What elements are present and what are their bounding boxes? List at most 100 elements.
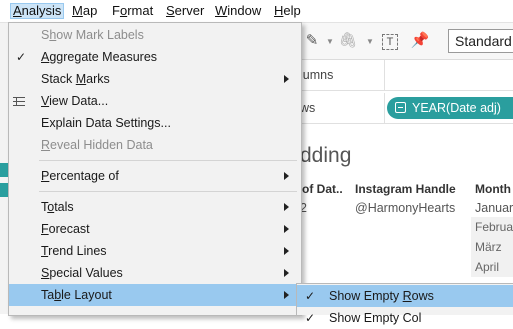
menu-format[interactable]: Format [109, 3, 156, 19]
checkmark-icon: ✓ [305, 289, 316, 303]
label-part: ggregate Measures [49, 50, 158, 64]
cell-month: Januar [475, 201, 513, 215]
menu-item-label: Show Mark Labels [41, 24, 144, 46]
submenu-arrow-icon [284, 225, 289, 233]
menu-bar: Analysis Map Format Server Window Help [0, 0, 513, 23]
checkmark-icon: ✓ [16, 50, 27, 64]
chevron-down-icon[interactable]: ▼ [326, 37, 334, 46]
pane-tab[interactable] [0, 183, 8, 197]
menu-server-mnemonic: S [166, 3, 175, 18]
label-part: rend Lines [48, 244, 107, 258]
highlight-pen-icon[interactable]: ✎ [302, 31, 322, 51]
column-header-month[interactable]: Month [475, 182, 511, 196]
menu-item-trend-lines[interactable]: Trend Lines [9, 240, 301, 262]
menu-map[interactable]: Map [69, 3, 100, 19]
menu-item-label: Show Empty Col [329, 311, 422, 325]
menu-item-table-layout[interactable]: Table Layout [9, 284, 301, 306]
menu-item-aggregate-measures[interactable]: ✓ Aggregate Measures [9, 46, 301, 68]
menu-item-label: Table Layout [41, 284, 112, 306]
paperclip-icon[interactable]: 🖇 [338, 31, 358, 51]
cell-month: Februa [471, 217, 513, 237]
menu-help[interactable]: Help [271, 3, 304, 19]
rows-pill-year-date-adj[interactable]: YEAR(Date adj) [387, 97, 513, 119]
menu-item-label: Percentage of [41, 165, 119, 187]
label-part: iew Data... [49, 94, 109, 108]
menu-map-mnemonic: M [72, 3, 83, 18]
menu-item-stack-marks[interactable]: Stack Marks [9, 68, 301, 90]
label-part: le Layout [61, 288, 112, 302]
label-part: Stack [41, 72, 76, 86]
label-part: orecast [48, 222, 90, 236]
menu-format-pre: F [112, 3, 120, 18]
chevron-down-icon[interactable]: ▼ [366, 37, 374, 46]
cell-month: März [471, 237, 513, 257]
menu-item-label: Trend Lines [41, 240, 107, 262]
menu-item-forecast[interactable]: Forecast [9, 218, 301, 240]
text-box-icon[interactable]: T [380, 31, 400, 51]
pane-tab[interactable] [0, 163, 8, 177]
menu-analysis-mnemonic: A [13, 3, 22, 18]
menu-item-show-empty-rows[interactable]: ✓ Show Empty Rows [297, 285, 513, 307]
label-part: arks [86, 72, 110, 86]
menu-item-show-empty-columns[interactable]: ✓ Show Empty Col [297, 307, 513, 329]
label-part: Ta [41, 288, 55, 302]
label-part: ows [411, 289, 434, 303]
label-part: ercentage of [49, 169, 119, 183]
analysis-menu: Show Mark Labels ✓ Aggregate Measures St… [8, 22, 302, 316]
mnemonic: V [41, 94, 50, 108]
menu-window-label: indow [227, 3, 262, 18]
menu-item-label: Explain Data Settings... [41, 116, 171, 130]
menu-item-show-mark-labels[interactable]: Show Mark Labels [9, 24, 301, 46]
menu-item-view-data[interactable]: View Data... [9, 90, 301, 112]
menu-item-label: Aggregate Measures [41, 46, 157, 68]
menu-separator [39, 191, 297, 192]
menu-help-mnemonic: H [274, 3, 284, 18]
menu-item-label: Stack Marks [41, 68, 110, 90]
menu-item-label: View Data... [41, 90, 108, 112]
mnemonic: R [41, 138, 51, 152]
pill-label: YEAR(Date adj) [412, 101, 501, 115]
columns-shelf-label: lumns [300, 68, 334, 82]
menu-separator [39, 160, 297, 161]
menu-item-totals[interactable]: Totals [9, 196, 301, 218]
menu-item-special-values[interactable]: Special Values [9, 262, 301, 284]
label-part: eveal Hidden Data [50, 138, 153, 152]
menu-map-label: ap [82, 3, 98, 18]
menu-item-reveal-hidden-data[interactable]: Reveal Hidden Data [9, 134, 301, 156]
menu-item-label: Totals [41, 196, 74, 218]
menu-analysis[interactable]: Analysis [10, 3, 65, 19]
menu-analysis-label: nalysis [21, 3, 62, 18]
menu-item-label: Forecast [41, 218, 90, 240]
menu-window-mnemonic: W [215, 3, 228, 18]
menu-help-label: elp [283, 3, 301, 18]
column-header-instagram-handle[interactable]: Instagram Handle [355, 182, 456, 196]
collapse-icon[interactable] [395, 102, 406, 113]
cell-instagram-handle: @HarmonyHearts [355, 201, 456, 215]
menu-server[interactable]: Server [163, 3, 207, 19]
submenu-arrow-icon [284, 203, 289, 211]
menu-item-label: Show Empty Rows [329, 285, 434, 307]
label-part: tals [54, 200, 74, 214]
column-header-date[interactable]: of Dat.. [302, 182, 343, 196]
menu-item-percentage-of[interactable]: Percentage of [9, 165, 301, 187]
submenu-arrow-icon [284, 172, 289, 180]
view-data-icon [13, 97, 25, 106]
label-part: pecial Values [49, 266, 123, 280]
label-part: Show Empty [329, 289, 403, 303]
columns-shelf[interactable]: lumns [300, 60, 513, 91]
submenu-arrow-icon [284, 291, 289, 299]
submenu-arrow-icon [284, 75, 289, 83]
shelf-divider [384, 60, 385, 90]
shelf-divider [384, 93, 385, 123]
view-title: dding [300, 144, 352, 167]
fit-dropdown[interactable]: Standard [448, 29, 513, 53]
pin-icon[interactable]: 📌 [410, 31, 430, 51]
menu-server-label: erver [174, 3, 205, 18]
table-layout-submenu: ✓ Show Empty Rows ✓ Show Empty Col [296, 283, 513, 325]
submenu-arrow-icon [284, 269, 289, 277]
mnemonic: F [41, 222, 49, 236]
label-part: ow Mark Labels [56, 28, 144, 42]
menu-window[interactable]: Window [212, 3, 264, 19]
menu-item-explain-data-settings[interactable]: Explain Data Settings... [9, 112, 301, 134]
mnemonic: R [402, 289, 412, 303]
